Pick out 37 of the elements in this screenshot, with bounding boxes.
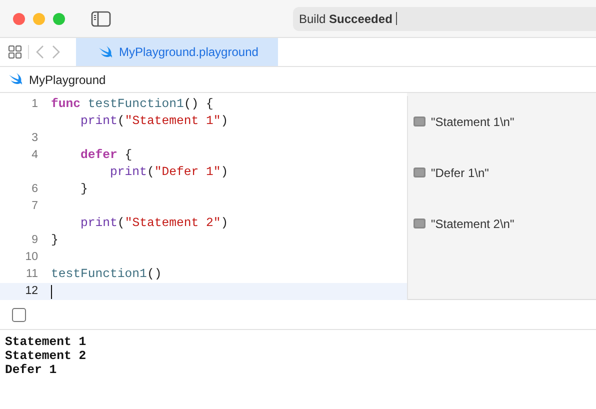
swift-icon bbox=[98, 46, 113, 58]
code-line: } bbox=[80, 181, 88, 198]
line-number: 12 bbox=[25, 285, 38, 297]
square-icon[interactable] bbox=[12, 308, 26, 322]
build-status: Build Succeeded bbox=[299, 12, 392, 26]
line-number: 10 bbox=[25, 251, 38, 263]
line-number: 4 bbox=[32, 149, 38, 161]
code-line: defer { bbox=[80, 147, 132, 164]
code-line: func testFunction1() { bbox=[51, 96, 214, 113]
result-value: "Defer 1\n" bbox=[431, 166, 489, 180]
result-toggle-icon[interactable] bbox=[413, 116, 426, 127]
swift-icon bbox=[8, 73, 23, 86]
result-toggle-icon[interactable] bbox=[413, 218, 426, 229]
code-line: print("Defer 1") bbox=[109, 164, 228, 181]
line-number: 11 bbox=[26, 268, 38, 280]
console-output-line: Statement 1 bbox=[5, 335, 88, 349]
code-line: testFunction1() bbox=[51, 266, 162, 283]
line-number: 7 bbox=[32, 200, 38, 212]
breadcrumb-item[interactable]: MyPlayground bbox=[29, 72, 106, 86]
console-output-line: Defer 1 bbox=[5, 363, 58, 377]
close-button[interactable] bbox=[13, 12, 25, 24]
code-line: print("Statement 2") bbox=[80, 215, 228, 232]
file-tab[interactable]: MyPlayground.playground bbox=[76, 38, 278, 66]
result-toggle-icon[interactable] bbox=[413, 167, 426, 178]
result-value: "Statement 2\n" bbox=[431, 216, 514, 230]
minimize-button[interactable] bbox=[33, 12, 45, 24]
zoom-button[interactable] bbox=[53, 12, 65, 24]
line-number: 3 bbox=[32, 132, 38, 144]
line-number: 1 bbox=[32, 98, 38, 110]
grid-icon[interactable] bbox=[8, 45, 22, 59]
result-value: "Statement 1\n" bbox=[431, 114, 514, 128]
code-line: print("Statement 1") bbox=[80, 113, 228, 130]
code-line: } bbox=[51, 232, 58, 249]
line-number: 9 bbox=[32, 234, 38, 246]
sidebar-toggle-icon[interactable] bbox=[91, 10, 111, 26]
line-number: 6 bbox=[32, 183, 38, 195]
console-output-line: Statement 2 bbox=[5, 349, 88, 363]
